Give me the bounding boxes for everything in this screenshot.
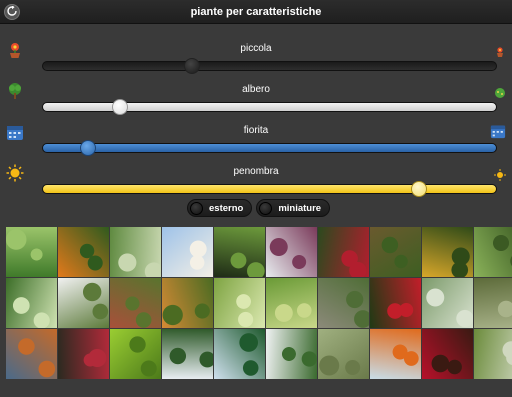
plant-tile[interactable] — [162, 278, 213, 328]
plant-tile[interactable] — [370, 329, 421, 379]
filter-label-season: fiorita — [243, 125, 269, 136]
plant-tile[interactable] — [370, 278, 421, 328]
plant-tile[interactable] — [58, 227, 109, 277]
filter-label-light: penombra — [233, 166, 279, 177]
plant-tile[interactable] — [266, 278, 317, 328]
plant-tile[interactable] — [474, 227, 512, 277]
plant-tile[interactable] — [422, 227, 473, 277]
plant-tile[interactable] — [58, 278, 109, 328]
type-slider-track[interactable] — [42, 99, 497, 115]
light-slider-track[interactable] — [42, 181, 497, 197]
plant-tile[interactable] — [318, 329, 369, 379]
toggle-knob — [190, 201, 203, 215]
plant-tile[interactable] — [474, 329, 512, 379]
filter-row-light: penombra — [0, 154, 512, 197]
plant-tile[interactable] — [318, 278, 369, 328]
plant-tile[interactable] — [318, 227, 369, 277]
plant-tile[interactable] — [110, 329, 161, 379]
small-sun-icon — [494, 168, 506, 181]
plant-tile[interactable] — [422, 329, 473, 379]
filter-row-type: albero — [0, 72, 512, 115]
plant-tile[interactable] — [266, 227, 317, 277]
plant-tile[interactable] — [6, 227, 57, 277]
shrub-icon — [494, 86, 506, 98]
plant-tile[interactable] — [370, 227, 421, 277]
refresh-button[interactable] — [4, 4, 20, 20]
thumbnails-toggle[interactable]: miniature — [256, 199, 331, 217]
outdoor-toggle[interactable]: esterno — [187, 199, 253, 217]
plant-tile[interactable] — [214, 227, 265, 277]
plant-tile[interactable] — [162, 227, 213, 277]
plant-tile[interactable] — [58, 329, 109, 379]
plant-tile[interactable] — [422, 278, 473, 328]
filter-label-size: piccola — [240, 43, 272, 54]
toggle-group: esterno miniature — [187, 199, 331, 217]
filter-label-type: albero — [242, 84, 270, 95]
size-slider-track[interactable] — [42, 58, 497, 74]
light-slider-thumb[interactable] — [410, 181, 427, 197]
outdoor-toggle-label: esterno — [209, 202, 244, 214]
plant-tile[interactable] — [214, 278, 265, 328]
plant-tile[interactable] — [110, 278, 161, 328]
season-slider-track[interactable] — [42, 140, 497, 156]
toggle-knob — [259, 201, 273, 215]
calendar-icon — [490, 123, 506, 139]
filter-panel: piccola albero fiorita penombra — [0, 25, 512, 225]
plant-tile[interactable] — [110, 227, 161, 277]
plant-tile[interactable] — [162, 329, 213, 379]
filter-row-season: fiorita — [0, 113, 512, 156]
plant-tile[interactable] — [214, 329, 265, 379]
thumbnails-toggle-label: miniature — [278, 202, 322, 214]
plant-tile[interactable] — [6, 329, 57, 379]
plant-tile[interactable] — [266, 329, 317, 379]
filter-row-size: piccola — [0, 31, 512, 74]
small-flower-icon — [494, 45, 506, 57]
refresh-icon — [7, 3, 17, 21]
title-bar: piante per caratteristiche — [0, 0, 512, 24]
plant-tile[interactable] — [6, 278, 57, 328]
plant-tile[interactable] — [474, 278, 512, 328]
page-title: piante per caratteristiche — [190, 5, 322, 18]
plant-gallery — [6, 227, 512, 397]
